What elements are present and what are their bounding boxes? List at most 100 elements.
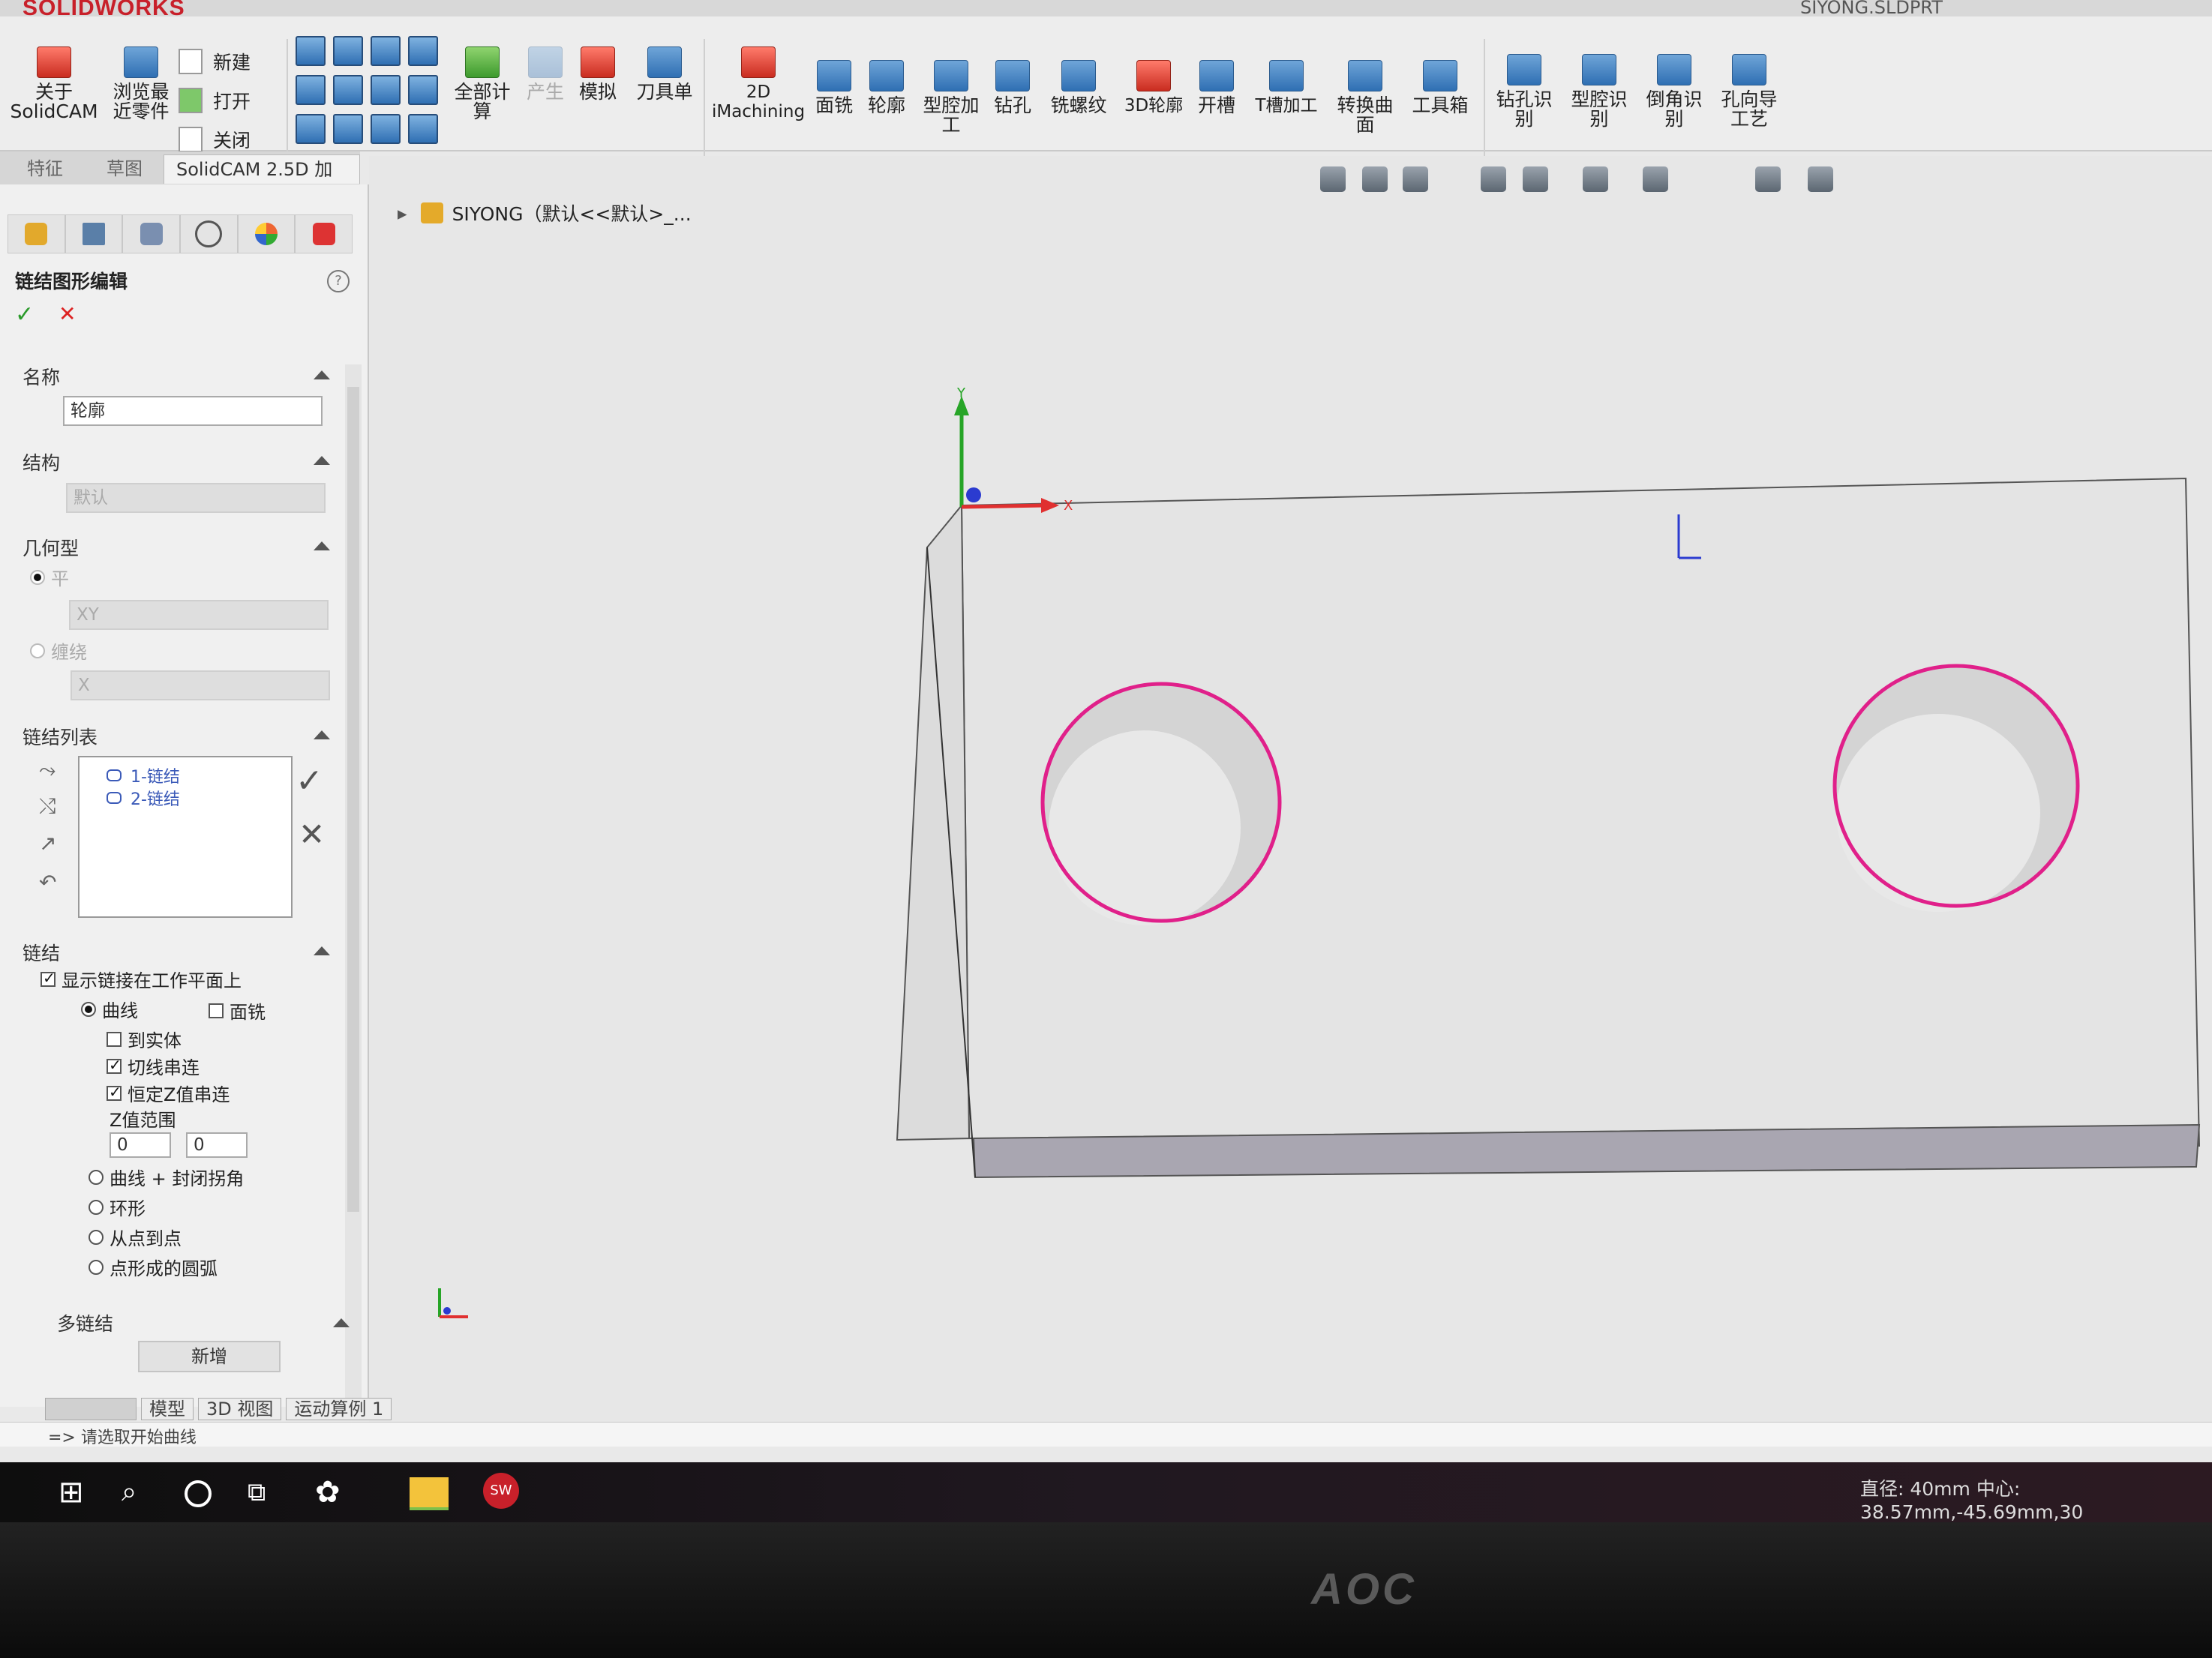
pocket-button[interactable]: 型腔加 工 bbox=[915, 60, 987, 135]
plane-radio[interactable]: 平 bbox=[30, 564, 69, 590]
wrap-radio[interactable]: 缠绕 bbox=[30, 637, 87, 664]
list-item[interactable]: 2-链结 bbox=[107, 786, 180, 810]
hide-show-icon[interactable] bbox=[1643, 166, 1668, 192]
arc-from-points-radio[interactable]: 点形成的圆弧 bbox=[89, 1254, 218, 1280]
scrollbar-thumb[interactable] bbox=[347, 387, 359, 1212]
select-icon[interactable]: ↗ bbox=[39, 831, 65, 856]
cube-icon[interactable] bbox=[371, 36, 401, 66]
to-solid-checkbox[interactable]: 到实体 bbox=[107, 1026, 182, 1052]
chevron-up-icon[interactable] bbox=[314, 946, 330, 955]
windows-start-icon[interactable]: ⊞ bbox=[59, 1476, 92, 1509]
expand-arrow-icon[interactable]: ▸ bbox=[398, 202, 407, 224]
curve-closed-corner-radio[interactable]: 曲线 + 封闭拐角 bbox=[89, 1164, 244, 1190]
zoom-fit-icon[interactable] bbox=[1320, 166, 1346, 192]
graphics-viewport[interactable]: Y X bbox=[369, 156, 2212, 1423]
tab-configuration[interactable] bbox=[180, 214, 238, 253]
printer-icon[interactable] bbox=[408, 36, 438, 66]
apply-scene-icon[interactable] bbox=[1755, 166, 1781, 192]
loop-radio[interactable]: 环形 bbox=[89, 1194, 146, 1220]
zoom-area-icon[interactable] bbox=[1362, 166, 1388, 192]
drill-button[interactable]: 钻孔 bbox=[989, 60, 1037, 115]
ok-button[interactable]: ✓ bbox=[15, 301, 34, 328]
toolbox-button[interactable]: 工具箱 bbox=[1404, 60, 1476, 115]
imachining-button[interactable]: 2D iMachining bbox=[710, 46, 807, 121]
generate-button[interactable]: 产生 bbox=[519, 46, 572, 102]
cancel-button[interactable]: ✕ bbox=[59, 301, 76, 326]
chamfer-recognition-button[interactable]: 倒角识 别 bbox=[1638, 54, 1710, 129]
point-to-point-radio[interactable]: 从点到点 bbox=[89, 1224, 182, 1250]
tab-3d-views[interactable]: 3D 视图 bbox=[198, 1398, 282, 1420]
new-button[interactable]: 新建 bbox=[179, 48, 251, 75]
calculate-all-button[interactable]: 全部计 算 bbox=[450, 46, 515, 121]
tab-scroll[interactable] bbox=[45, 1398, 137, 1420]
slot-button[interactable]: 开槽 bbox=[1193, 60, 1241, 115]
z-min-input[interactable]: 0 bbox=[110, 1132, 171, 1158]
tab-solidcam-manager[interactable] bbox=[8, 214, 65, 253]
arrange-icon[interactable] bbox=[408, 114, 438, 144]
tab-feature-tree[interactable] bbox=[65, 214, 123, 253]
curve-radio[interactable]: 曲线 bbox=[81, 996, 138, 1022]
feature-tree-flyout[interactable]: ▸ SIYONG（默认<<默认>_... bbox=[398, 199, 692, 226]
add-new-button[interactable]: 新增 bbox=[138, 1341, 281, 1372]
browse-recent-parts-button[interactable]: 浏览最 近零件 bbox=[104, 46, 179, 121]
search-icon[interactable]: ⌕ bbox=[122, 1476, 155, 1509]
pocket-recognition-button[interactable]: 型腔识 别 bbox=[1563, 54, 1635, 129]
hole-wizard-button[interactable]: 孔向导 工艺 bbox=[1713, 54, 1785, 129]
panel-scrollbar[interactable] bbox=[345, 364, 362, 1399]
view-icon[interactable] bbox=[296, 36, 326, 66]
chevron-up-icon[interactable] bbox=[333, 1318, 350, 1327]
list-item[interactable]: 1-链结 bbox=[107, 763, 180, 787]
view-icon[interactable] bbox=[333, 114, 363, 144]
translated-surface-button[interactable]: 转换曲 面 bbox=[1329, 60, 1401, 135]
display-style-icon[interactable] bbox=[1583, 166, 1608, 192]
profile-3d-button[interactable]: 3D轮廓 bbox=[1118, 60, 1190, 115]
view-settings-icon[interactable] bbox=[1808, 166, 1833, 192]
drill-recognition-button[interactable]: 钻孔识 别 bbox=[1488, 54, 1560, 129]
cube-icon[interactable] bbox=[371, 114, 401, 144]
section-view-icon[interactable] bbox=[1481, 166, 1506, 192]
wrap-axis-select[interactable]: X bbox=[71, 670, 330, 700]
file-explorer-icon[interactable] bbox=[410, 1477, 449, 1510]
tab-motion-study[interactable]: 运动算例 1 bbox=[286, 1398, 392, 1420]
previous-view-icon[interactable] bbox=[1403, 166, 1428, 192]
face-mill-button[interactable]: 面铣 bbox=[810, 60, 858, 115]
view-icon[interactable] bbox=[296, 75, 326, 105]
chevron-up-icon[interactable] bbox=[314, 541, 330, 550]
view-icon[interactable] bbox=[296, 114, 326, 144]
tab-display[interactable] bbox=[237, 214, 296, 253]
structure-select[interactable]: 默认 bbox=[66, 483, 326, 513]
close-button[interactable]: 关闭 bbox=[179, 126, 251, 153]
z-max-input[interactable]: 0 bbox=[186, 1132, 248, 1158]
help-icon[interactable]: ? bbox=[327, 270, 350, 292]
tab-solidcam-25d[interactable]: SolidCAM 2.5D 加工 bbox=[164, 154, 360, 208]
view-icon[interactable] bbox=[333, 36, 363, 66]
edit-chain-icon[interactable]: ⤭ bbox=[39, 793, 65, 818]
thread-mill-button[interactable]: 铣螺纹 bbox=[1043, 60, 1115, 115]
show-chain-checkbox[interactable]: 显示链接在工作平面上 bbox=[41, 966, 242, 992]
name-input[interactable]: 轮廓 bbox=[63, 396, 323, 426]
open-button[interactable]: 打开 bbox=[179, 87, 251, 114]
tangent-chain-checkbox[interactable]: 切线串连 bbox=[107, 1053, 200, 1079]
simulate-button[interactable]: 模拟 bbox=[572, 46, 624, 102]
about-solidcam-button[interactable]: 关于 SolidCAM bbox=[10, 46, 98, 121]
tab-model[interactable]: 模型 bbox=[141, 1398, 194, 1420]
tab-sketch[interactable]: 草图 bbox=[95, 154, 155, 183]
accept-chain-icon[interactable]: ✓ bbox=[296, 762, 323, 800]
chevron-up-icon[interactable] bbox=[314, 456, 330, 465]
add-chain-icon[interactable]: ⤳ bbox=[39, 757, 65, 782]
task-view-icon[interactable]: ⧉ bbox=[248, 1476, 281, 1509]
constant-z-checkbox[interactable]: 恒定Z值串连 bbox=[107, 1080, 230, 1106]
chain-listbox[interactable]: 1-链结 2-链结 bbox=[78, 756, 293, 918]
chevron-up-icon[interactable] bbox=[314, 730, 330, 739]
fan-app-icon[interactable]: ✿ bbox=[315, 1476, 348, 1509]
cube-icon[interactable] bbox=[371, 75, 401, 105]
tool-list-button[interactable]: 刀具单 bbox=[629, 46, 701, 102]
refresh-icon[interactable] bbox=[408, 75, 438, 105]
face-mill-checkbox[interactable]: 面铣 bbox=[209, 997, 266, 1024]
plane-select[interactable]: XY bbox=[69, 600, 329, 630]
t-slot-button[interactable]: T槽加工 bbox=[1245, 60, 1328, 115]
view-orientation-icon[interactable] bbox=[1523, 166, 1548, 192]
tab-features[interactable]: 特征 bbox=[15, 154, 75, 183]
undo-icon[interactable]: ↶ bbox=[39, 870, 65, 895]
cortana-icon[interactable] bbox=[185, 1480, 212, 1507]
